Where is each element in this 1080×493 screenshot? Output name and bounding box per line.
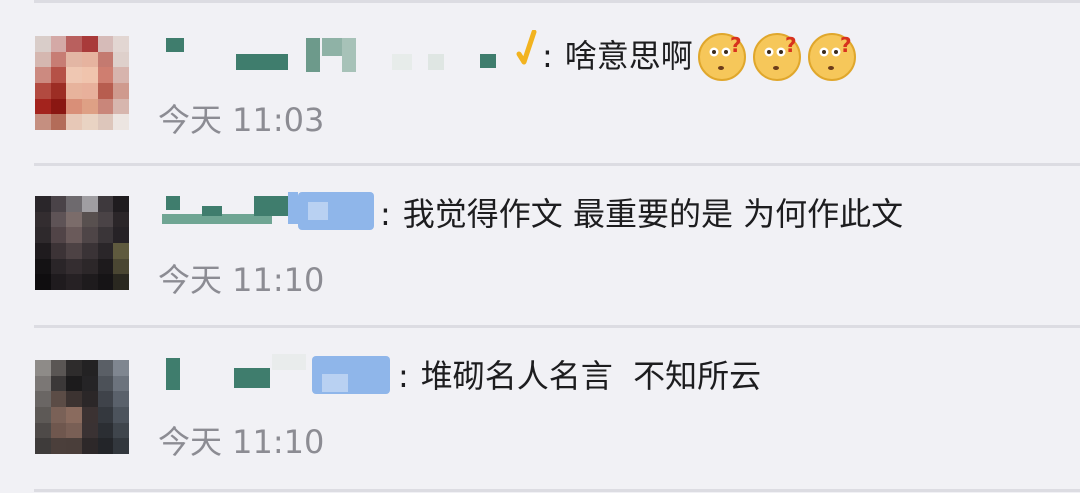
comment-separator: : — [398, 357, 409, 395]
comment-content: : 我觉得作文 最重要的是 为何作此文 — [380, 194, 903, 234]
username-blurred[interactable] — [162, 354, 402, 394]
comment-separator: : — [380, 195, 391, 233]
comment-divider — [34, 325, 1080, 328]
comment-time: 今天 11:10 — [158, 261, 325, 299]
avatar[interactable] — [35, 196, 129, 290]
comment-divider — [34, 163, 1080, 166]
comment-time: 今天 11:10 — [158, 423, 325, 461]
bottom-divider — [34, 489, 1080, 492]
comment-item: : 堆砌名人名言 不知所云 今天 11:10 — [0, 0, 1080, 461]
comment-content: : 堆砌名人名言 不知所云 — [398, 356, 761, 396]
comment-text: 我觉得作文 最重要的是 为何作此文 — [402, 195, 904, 233]
username-blurred[interactable] — [162, 192, 382, 232]
avatar[interactable] — [35, 360, 129, 454]
comment-text: 堆砌名人名言 不知所云 — [420, 357, 762, 395]
